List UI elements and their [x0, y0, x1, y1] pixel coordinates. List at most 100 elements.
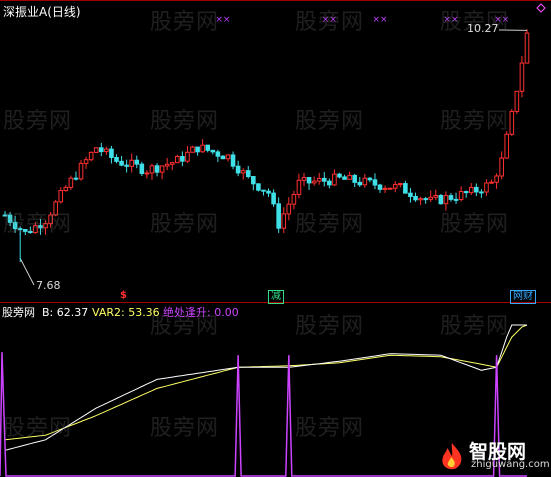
candle-body [372, 179, 378, 186]
watermark: 股旁网 [295, 10, 365, 35]
candle-body [408, 192, 413, 197]
watermark: 股旁网 [150, 10, 220, 35]
watermark: 股旁网 [3, 109, 73, 134]
candle-body [109, 148, 114, 158]
brand-logo: 智股网 zhiguwang.com [435, 437, 550, 473]
candle-body [484, 182, 489, 193]
flame-icon [442, 443, 462, 470]
candle-body [149, 165, 155, 174]
high-price-label: 10.27 [467, 22, 499, 35]
candle-body [220, 155, 226, 160]
candle-body [266, 190, 271, 194]
candle-body [291, 193, 297, 205]
candle-body [235, 165, 241, 174]
candle-body [78, 162, 84, 180]
candle-body [362, 177, 368, 186]
chart-title: 深振业A(日线) [3, 5, 81, 19]
var2-line [4, 324, 528, 441]
candle-body [139, 163, 145, 174]
candle-body [382, 187, 388, 190]
candle-body [210, 149, 216, 153]
candle-body [164, 163, 170, 167]
watermark: 股旁网 [440, 314, 510, 339]
candle-body [423, 198, 428, 201]
candle-body [367, 177, 373, 181]
candle-body [438, 195, 444, 205]
candle-body [403, 183, 408, 194]
indicator-name: 股旁网 [2, 306, 35, 319]
candle-body [159, 165, 165, 173]
candle-body [281, 213, 287, 229]
signal-tag-reduce: 减 [268, 290, 284, 304]
candle-body [519, 62, 525, 92]
watermark: 股旁网 [295, 109, 365, 134]
candle-body [175, 156, 180, 164]
watermark: 股旁网 [150, 109, 220, 134]
candle-body [205, 144, 211, 151]
candle-body [104, 148, 109, 153]
candle-body [200, 144, 205, 153]
candle-body [129, 159, 134, 167]
logo-url: zhiguwang.com [471, 459, 550, 470]
candle-body [413, 195, 418, 201]
candle-body [271, 192, 276, 205]
cross-marker: ×× [372, 15, 387, 25]
candle-body [195, 146, 200, 153]
candle-body [190, 146, 195, 153]
candle-body [144, 172, 150, 175]
indicator-b-value: B: 62.37 [42, 306, 89, 319]
chart-grid [0, 0, 551, 303]
candle-body [337, 173, 342, 178]
watermark: 股旁网 [295, 212, 365, 237]
candle-body [504, 133, 510, 159]
watermark: 股旁网 [295, 416, 365, 441]
candle-body [296, 179, 302, 195]
candle-body [352, 174, 357, 183]
candle-body [311, 180, 317, 184]
candle-body [261, 189, 266, 192]
candle-body [433, 195, 439, 198]
candle-body [428, 196, 434, 200]
candle-body [154, 165, 160, 173]
watermark: 股旁网 [295, 314, 365, 339]
candle-body [230, 154, 236, 167]
candle-body [398, 183, 403, 186]
candle-body [509, 110, 515, 135]
candle-body [347, 174, 352, 180]
candle-body [114, 156, 119, 162]
candle-body [276, 203, 281, 229]
signal-tag-finance: 网财 [510, 290, 536, 304]
indicator-var2-value: VAR2: 53.36 [92, 306, 160, 319]
candle-body [225, 154, 231, 160]
candle-body [514, 90, 520, 112]
candle-body [524, 32, 530, 64]
watermark: 股旁网 [440, 212, 510, 237]
candle-body [377, 184, 383, 190]
signal-tag-dollar: $ [120, 290, 127, 301]
candle-body [357, 181, 363, 186]
candle-body [245, 170, 251, 178]
candlestick-series [2, 29, 530, 286]
watermark: 股旁网 [440, 109, 510, 134]
candle-body [134, 159, 140, 165]
candle-body [458, 191, 464, 201]
b-line [4, 324, 527, 451]
candle-body [301, 177, 307, 181]
candle-body [68, 177, 74, 188]
candle-body [73, 177, 79, 180]
candle-body [453, 198, 459, 201]
candle-body [93, 147, 99, 153]
candle-body [63, 186, 69, 192]
low-pointer-line [19, 258, 35, 286]
candle-body [316, 177, 322, 182]
candle-body [332, 173, 337, 186]
candle-body [443, 195, 449, 205]
candle-body [463, 191, 469, 194]
candle-body [474, 186, 479, 193]
watermark: 股旁网 [3, 212, 73, 237]
candle-body [98, 147, 104, 153]
candle-body [185, 151, 190, 162]
candle-body [88, 151, 94, 161]
stock-chart-canvas: ×× ×× ×× ×× ×× [0, 0, 551, 477]
watermark: 股旁网 [150, 212, 220, 237]
